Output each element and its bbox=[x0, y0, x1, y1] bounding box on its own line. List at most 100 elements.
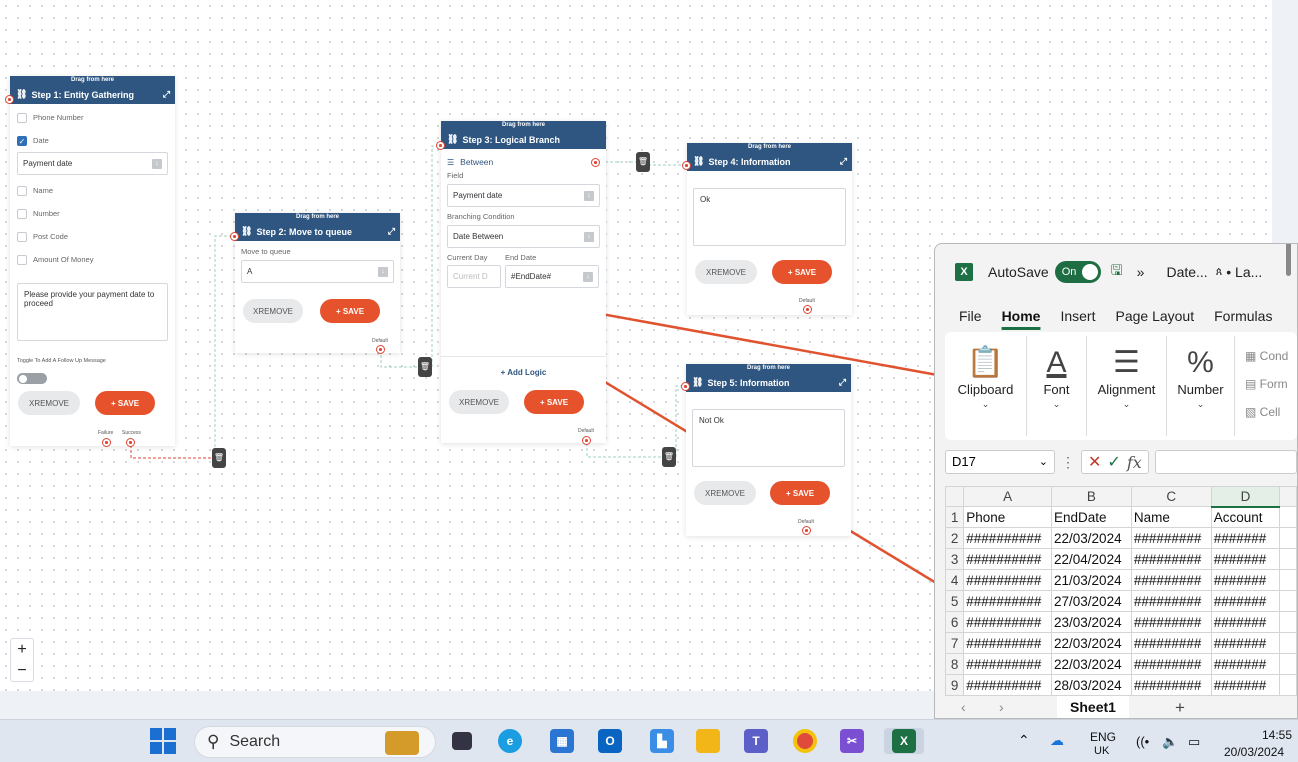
cell[interactable]: ####### bbox=[1210, 590, 1281, 612]
column-header[interactable]: A bbox=[963, 486, 1053, 507]
checkbox-name[interactable]: Name bbox=[17, 179, 168, 202]
step3-input-port[interactable] bbox=[436, 141, 445, 150]
alignment-group[interactable]: ☰ Alignment ⌄ bbox=[1087, 336, 1167, 436]
message-textarea[interactable]: Ok bbox=[693, 188, 846, 246]
drag-handle[interactable]: Drag from here bbox=[686, 364, 851, 373]
cell[interactable]: 22/03/2024 bbox=[1051, 653, 1132, 675]
cell[interactable]: ####### bbox=[1210, 632, 1281, 654]
cell[interactable]: Phone bbox=[963, 506, 1053, 528]
file-explorer-icon[interactable] bbox=[696, 728, 720, 754]
column-header[interactable]: C bbox=[1130, 486, 1212, 507]
onedrive-icon[interactable]: ☁ bbox=[1050, 732, 1064, 749]
cell[interactable] bbox=[1279, 590, 1297, 612]
cell[interactable]: Name bbox=[1130, 506, 1212, 528]
search-box[interactable]: ⚲ Search bbox=[194, 726, 436, 758]
cell[interactable]: ####### bbox=[1210, 674, 1281, 696]
font-group[interactable]: A Font ⌄ bbox=[1027, 336, 1087, 436]
cell[interactable] bbox=[1279, 527, 1297, 549]
app-icon[interactable]: ▙ bbox=[650, 728, 674, 754]
row-header[interactable]: 7 bbox=[944, 632, 965, 654]
remove-button[interactable]: XREMOVE bbox=[449, 390, 509, 414]
tab-page-layout[interactable]: Page Layout bbox=[1115, 308, 1194, 324]
step3-node[interactable]: Drag from here ⛓ Step 3: Logical Branch … bbox=[441, 121, 606, 445]
delete-link-icon[interactable]: 🗑 bbox=[418, 357, 432, 377]
column-header[interactable]: D bbox=[1210, 486, 1281, 508]
scroll-indicator[interactable] bbox=[1286, 244, 1291, 276]
save-icon[interactable]: 🖫 bbox=[1111, 260, 1123, 284]
checkbox-number[interactable]: Number bbox=[17, 202, 168, 225]
remove-button[interactable]: XREMOVE bbox=[695, 260, 757, 284]
cell[interactable]: ########## bbox=[963, 548, 1053, 570]
step1-input-port[interactable] bbox=[5, 95, 14, 104]
date-entity-select[interactable]: Payment date ↓ bbox=[17, 152, 168, 175]
clipboard-group[interactable]: 📋 Clipboard ⌄ bbox=[945, 336, 1027, 436]
column-header[interactable]: B bbox=[1051, 486, 1132, 507]
cell[interactable]: 22/03/2024 bbox=[1051, 527, 1132, 549]
end-date-input[interactable]: #EndDate# ↓ bbox=[505, 265, 599, 288]
condition-select[interactable]: Date Between ↓ bbox=[447, 225, 600, 248]
save-button[interactable]: + SAVE bbox=[95, 391, 155, 415]
clock-date[interactable]: 20/03/2024 bbox=[1224, 745, 1284, 759]
drag-handle[interactable]: Drag from here bbox=[10, 76, 175, 85]
cell[interactable]: EndDate bbox=[1051, 506, 1132, 528]
cell[interactable]: ########## bbox=[963, 674, 1053, 696]
step5-input-port[interactable] bbox=[681, 382, 690, 391]
step4-input-port[interactable] bbox=[682, 161, 691, 170]
excel-window[interactable]: X AutoSave On 🖫 » Date... ጰ • La... File… bbox=[934, 243, 1298, 719]
cell[interactable]: ####### bbox=[1210, 611, 1281, 633]
format-as-table-button[interactable]: ▤ Form bbox=[1245, 370, 1288, 398]
save-button[interactable]: + SAVE bbox=[772, 260, 832, 284]
default-port[interactable] bbox=[802, 526, 811, 535]
drag-handle[interactable]: Drag from here bbox=[687, 143, 852, 152]
cell[interactable]: ####### bbox=[1210, 548, 1281, 570]
cell[interactable]: ######### bbox=[1130, 674, 1212, 696]
chevron-up-icon[interactable]: ⌃ bbox=[1018, 732, 1030, 749]
default-port[interactable] bbox=[803, 305, 812, 314]
cell[interactable]: ######### bbox=[1130, 527, 1212, 549]
cell[interactable]: ####### bbox=[1210, 527, 1281, 549]
checkbox-post-code[interactable]: Post Code bbox=[17, 225, 168, 248]
delete-link-icon[interactable]: 🗑 bbox=[662, 447, 676, 467]
default-port[interactable] bbox=[582, 436, 591, 445]
clock-time[interactable]: 14:55 bbox=[1262, 728, 1292, 742]
step1-node[interactable]: Drag from here ⛓ Step 1: Entity Gatherin… bbox=[10, 76, 175, 447]
row-header[interactable]: 3 bbox=[944, 548, 965, 570]
cell[interactable] bbox=[1279, 611, 1297, 633]
cell[interactable] bbox=[1279, 569, 1297, 591]
formula-input[interactable] bbox=[1154, 450, 1297, 474]
document-name[interactable]: Date... bbox=[1166, 264, 1207, 280]
number-group[interactable]: % Number ⌄ bbox=[1167, 336, 1235, 436]
chrome-icon[interactable] bbox=[793, 728, 817, 754]
queue-select[interactable]: A ↓ bbox=[241, 260, 394, 283]
volume-icon[interactable]: 🔈 bbox=[1162, 734, 1178, 750]
default-port[interactable] bbox=[376, 345, 385, 354]
cell[interactable]: Account bbox=[1210, 506, 1281, 528]
snipping-tool-icon[interactable]: ✂ bbox=[840, 728, 864, 754]
language-label[interactable]: ENG bbox=[1090, 730, 1116, 744]
conditional-formatting-button[interactable]: ▦ Cond bbox=[1245, 342, 1288, 370]
remove-button[interactable]: XREMOVE bbox=[18, 391, 80, 415]
drag-handle[interactable]: Drag from here bbox=[235, 213, 400, 222]
zoom-out-button[interactable]: − bbox=[17, 662, 26, 679]
failure-port[interactable] bbox=[102, 438, 111, 447]
delete-link-icon[interactable]: 🗑 bbox=[212, 448, 226, 468]
cell[interactable] bbox=[1279, 548, 1297, 570]
row-header[interactable]: 5 bbox=[944, 590, 965, 612]
task-view-icon[interactable] bbox=[452, 728, 472, 754]
cell-styles-button[interactable]: ▧ Cell bbox=[1245, 398, 1288, 426]
cell[interactable]: ######### bbox=[1130, 569, 1212, 591]
teams-icon[interactable]: T bbox=[744, 728, 768, 754]
current-day-input[interactable]: Current D bbox=[447, 265, 501, 288]
insert-function-button[interactable]: fx bbox=[1127, 453, 1142, 472]
row-header[interactable]: 9 bbox=[944, 674, 965, 696]
add-sheet-button[interactable]: + bbox=[1175, 698, 1185, 718]
cell[interactable]: 22/04/2024 bbox=[1051, 548, 1132, 570]
outlook-icon[interactable]: O bbox=[598, 728, 622, 754]
cell[interactable] bbox=[1279, 653, 1297, 675]
cell[interactable]: ####### bbox=[1210, 569, 1281, 591]
cell[interactable] bbox=[1279, 506, 1297, 528]
name-box[interactable]: D17 ⌄ bbox=[945, 450, 1055, 474]
cell[interactable] bbox=[1279, 674, 1297, 696]
expand-icon[interactable]: ⤢ bbox=[163, 89, 170, 100]
cell[interactable]: 27/03/2024 bbox=[1051, 590, 1132, 612]
